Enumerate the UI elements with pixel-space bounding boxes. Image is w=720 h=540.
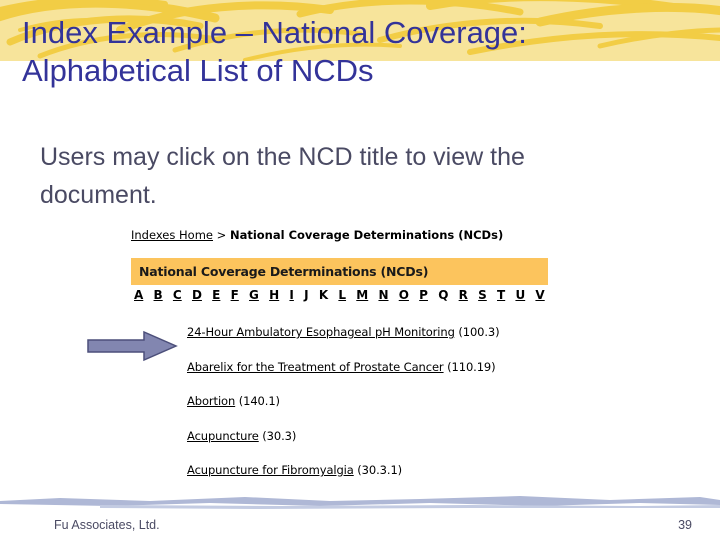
ncd-title-link[interactable]: Abortion [187,394,235,408]
alphabet-link-q: Q [438,288,449,302]
ncd-list-item: Acupuncture (30.3) [131,429,571,443]
alphabet-link-o[interactable]: O [399,288,409,302]
alphabet-link-n[interactable]: N [378,288,388,302]
ncd-title-link[interactable]: Abarelix for the Treatment of Prostate C… [187,360,444,374]
breadcrumb-current: National Coverage Determinations (NCDs) [229,228,504,242]
ncd-title-link[interactable]: Acupuncture [187,429,259,443]
breadcrumb-link-indexes-home[interactable]: Indexes Home [131,228,213,242]
alphabet-link-u[interactable]: U [515,288,525,302]
ncd-list-item: Acupuncture for Fibromyalgia (30.3.1) [131,463,571,477]
alphabet-link-l[interactable]: L [338,288,346,302]
footer-page-number: 39 [678,518,692,532]
alphabet-link-r[interactable]: R [459,288,468,302]
title-line-1: Index Example – National Coverage: [22,15,527,50]
ncd-id-number: (140.1) [235,394,280,408]
alphabet-link-i[interactable]: I [289,288,293,302]
ncd-list-item: 24-Hour Ambulatory Esophageal pH Monitor… [131,325,571,339]
footer-company: Fu Associates, Ltd. [54,518,160,532]
alphabet-link-p[interactable]: P [419,288,428,302]
alphabet-link-f[interactable]: F [231,288,239,302]
alphabet-link-k: K [318,288,329,302]
alphabet-link-e[interactable]: E [212,288,220,302]
alphabet-link-t[interactable]: T [497,288,505,302]
web-page-screenshot: Indexes Home > National Coverage Determi… [131,228,571,477]
ncd-title-link[interactable]: 24-Hour Ambulatory Esophageal pH Monitor… [187,325,455,339]
alphabet-link-c[interactable]: C [173,288,182,302]
title-line-2: Alphabetical List of NCDs [22,53,374,88]
breadcrumb: Indexes Home > National Coverage Determi… [131,228,571,242]
alphabet-link-a[interactable]: A [134,288,143,302]
footer-divider [0,496,720,509]
alphabet-link-s[interactable]: S [478,288,487,302]
ncd-id-number: (110.19) [443,359,496,374]
alphabet-link-h[interactable]: H [269,288,279,302]
alphabet-link-g[interactable]: G [249,288,259,302]
pointer-arrow-icon [87,330,178,362]
breadcrumb-separator: > [213,228,230,242]
page-header-bar-label: National Coverage Determinations (NCDs) [139,264,429,279]
ncd-list: 24-Hour Ambulatory Esophageal pH Monitor… [131,325,571,477]
alphabet-index-nav: ABCDEFGHIJKLMNOPQRSTUV [131,288,548,302]
alphabet-link-m[interactable]: M [356,288,368,302]
ncd-title-link[interactable]: Acupuncture for Fibromyalgia [187,463,354,477]
ncd-list-item: Abortion (140.1) [131,394,571,408]
alphabet-link-d[interactable]: D [192,288,202,302]
alphabet-link-b[interactable]: B [154,288,163,302]
ncd-id-number: (100.3) [454,325,500,339]
alphabet-link-j: J [304,288,309,302]
ncd-id-number: (30.3) [258,428,297,443]
alphabet-link-v[interactable]: V [535,288,544,302]
ncd-list-item: Abarelix for the Treatment of Prostate C… [131,360,571,374]
body-paragraph: Users may click on the NCD title to view… [40,143,525,209]
page-title: Index Example – National Coverage: Alpha… [22,14,702,90]
ncd-id-number: (30.3.1) [353,463,403,477]
page-header-bar: National Coverage Determinations (NCDs) [131,258,548,285]
